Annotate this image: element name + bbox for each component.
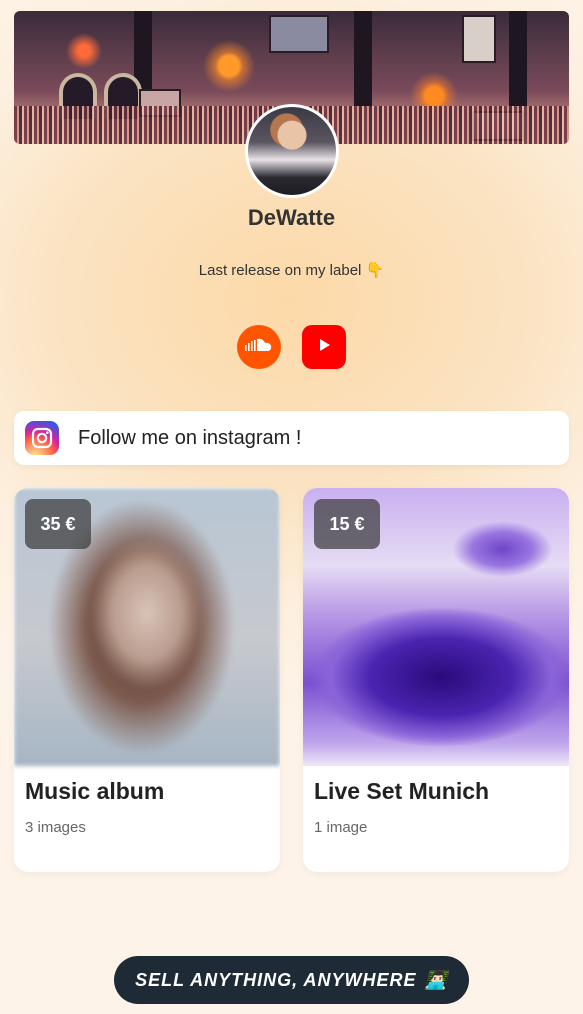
instagram-icon: [25, 421, 59, 455]
price-badge: 15 €: [314, 499, 380, 549]
cta-label: SELL ANYTHING, ANYWHERE: [135, 969, 417, 990]
product-title: Live Set Munich: [314, 778, 490, 804]
profile-avatar: [245, 104, 339, 198]
sell-anything-button[interactable]: SELL ANYTHING, ANYWHERE 👨🏻‍💻: [114, 956, 469, 1004]
link-label: Follow me on instagram !: [78, 426, 302, 449]
profile-bio: Last release on my label 👇: [198, 262, 385, 279]
youtube-link[interactable]: [302, 325, 346, 369]
instagram-link-card[interactable]: Follow me on instagram !: [14, 411, 569, 465]
product-image-count: 1 image: [314, 819, 368, 836]
product-image-count: 3 images: [25, 819, 86, 836]
product-card-live-set-munich[interactable]: 15 € Live Set Munich 1 image: [303, 488, 569, 872]
soundcloud-icon: [245, 338, 273, 357]
profile-name: DeWatte: [247, 205, 336, 230]
product-card-music-album[interactable]: 35 € Music album 3 images: [14, 488, 280, 872]
soundcloud-link[interactable]: [237, 325, 281, 369]
price-badge: 35 €: [25, 499, 91, 549]
product-title: Music album: [25, 778, 165, 804]
technologist-emoji-icon: 👨🏻‍💻: [424, 969, 448, 990]
youtube-icon: [316, 337, 332, 358]
